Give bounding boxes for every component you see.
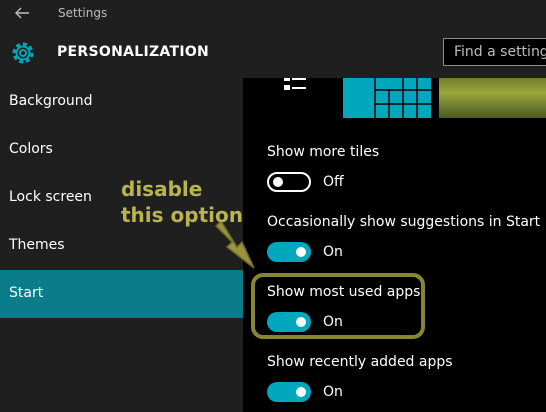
annotation-arrow-icon [214,222,255,269]
sidebar-item-label: Colors [9,141,53,157]
tiles-preview-image [343,78,431,118]
sidebar-item-start[interactable]: Start [0,270,243,318]
page-title: PERSONALIZATION [57,44,210,60]
start-menu-preview-icon [284,78,306,90]
show-recently-added-apps-toggle[interactable] [267,382,311,402]
show-suggestions-toggle[interactable] [267,242,311,262]
setting-label: Show recently added apps [267,354,453,370]
sidebar-item-label: Background [9,93,93,109]
back-arrow-icon[interactable] [13,4,31,22]
highlight-box [251,273,425,339]
sidebar: Background Colors Lock screen Themes Sta… [0,78,243,412]
sidebar-item-label: Lock screen [9,189,92,205]
sidebar-item-background[interactable]: Background [0,78,243,126]
annotation-label: disable this option [121,177,243,227]
page-header: PERSONALIZATION Find a setting [0,28,546,78]
main-content: Show more tiles Off Occasionally show su… [243,78,546,412]
window-title: Settings [58,6,108,20]
setting-label: Occasionally show suggestions in Start [267,214,541,230]
gear-icon [12,42,34,64]
sidebar-item-label: Start [9,285,44,301]
title-bar: Settings [0,0,546,28]
show-more-tiles-toggle[interactable] [267,172,311,192]
toggle-state-label: On [323,384,343,400]
toggle-state-label: On [323,244,343,260]
sidebar-item-colors[interactable]: Colors [0,126,243,174]
toggle-state-label: Off [323,174,344,190]
setting-label: Show more tiles [267,144,380,160]
background-preview-image [439,78,546,118]
sidebar-item-label: Themes [9,237,65,253]
search-input[interactable]: Find a setting [443,38,546,66]
sidebar-item-themes[interactable]: Themes [0,222,243,270]
